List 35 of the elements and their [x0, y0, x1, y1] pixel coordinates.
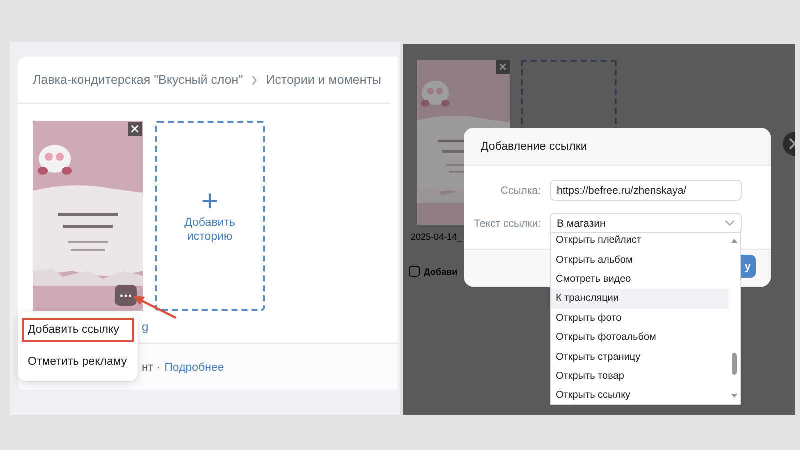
breadcrumb-link[interactable]: Лавка-кондитерская "Вкусный слон": [33, 73, 244, 87]
more-icon: [120, 294, 132, 298]
chevron-down-icon: [725, 220, 735, 227]
dialog-title: Добавление ссылки: [481, 140, 588, 152]
close-icon[interactable]: [496, 60, 510, 74]
more-link[interactable]: Подробнее: [164, 362, 224, 374]
breadcrumb-current: Истории и моменты: [266, 73, 382, 87]
date-link[interactable]: g: [142, 320, 149, 334]
checkbox-label: Добави: [424, 266, 458, 276]
dropdown-option[interactable]: Открыть ссылку: [551, 386, 729, 404]
link-input[interactable]: https://befree.ru/zhenskaya/: [550, 180, 742, 201]
more-button[interactable]: [115, 285, 137, 306]
dropdown-option[interactable]: Открыть плейлист: [551, 233, 729, 250]
file-name: 2025-04-14_: [411, 232, 462, 242]
dropdown-option[interactable]: Открыть товар: [551, 366, 729, 386]
dropdown-option[interactable]: Смотреть видео: [551, 270, 729, 290]
scroll-down-icon[interactable]: [731, 394, 738, 398]
field-label: Текст ссылки:: [473, 218, 541, 230]
dropdown-option[interactable]: Открыть фотоальбом: [551, 328, 729, 348]
dropdown-option[interactable]: Открыть фото: [551, 308, 729, 328]
menu-item[interactable]: Добавить ссылку: [22, 318, 134, 342]
dropdown-option[interactable]: Открыть страницу: [551, 347, 729, 367]
field-label: Ссылка:: [500, 184, 541, 196]
link-text-select[interactable]: В магазин: [550, 213, 742, 234]
close-button[interactable]: [128, 122, 142, 136]
close-icon: [131, 125, 139, 133]
checkbox[interactable]: [409, 266, 420, 277]
scroll-thumb[interactable]: [732, 353, 737, 375]
menu-item[interactable]: Отметить рекламу: [22, 350, 134, 374]
add-story-button[interactable]: + Добавить историю: [155, 121, 265, 311]
chevron-right-icon: [251, 74, 258, 86]
dropdown-option[interactable]: Открыть альбом: [551, 250, 729, 270]
scroll-up-icon[interactable]: [731, 239, 738, 243]
footer-text: нт ·: [142, 362, 161, 374]
dropdown-option[interactable]: К трансляции: [551, 289, 729, 309]
